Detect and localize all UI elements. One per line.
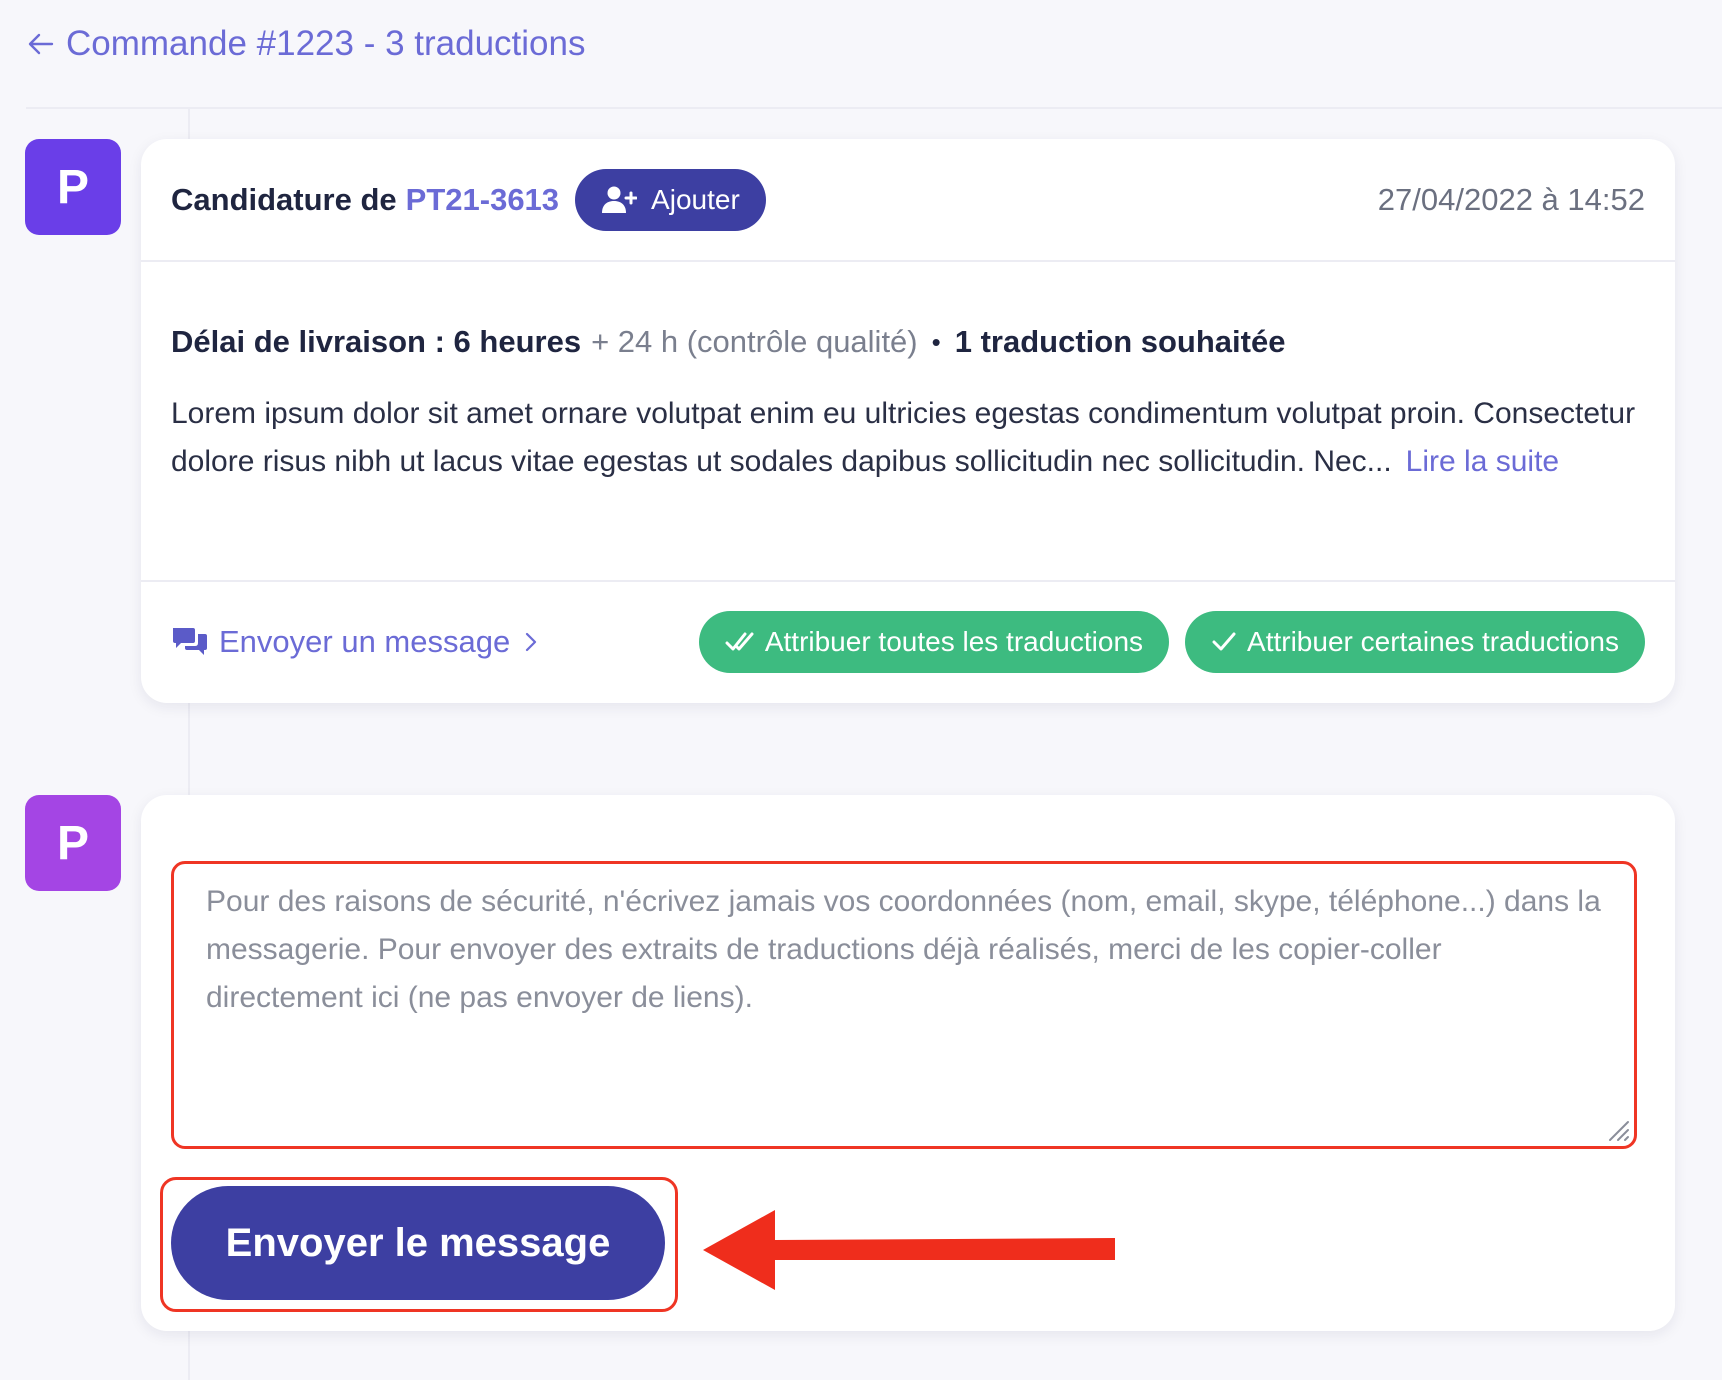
back-link-label: Commande #1223 - 3 traductions — [66, 24, 586, 63]
application-card: Candidature de PT21-3613 Ajouter 27/04/20… — [141, 139, 1675, 703]
meta-separator: • — [931, 326, 941, 357]
header-divider — [26, 107, 1722, 109]
assign-all-label: Attribuer toutes les traductions — [764, 625, 1144, 657]
application-description: Lorem ipsum dolor sit amet ornare volutp… — [171, 390, 1645, 486]
double-check-icon — [725, 632, 754, 650]
delivery-info: Délai de livraison : 6 heures + 24 h (co… — [171, 324, 1645, 360]
add-button-label: Ajouter — [651, 183, 740, 215]
avatar: P — [25, 139, 121, 235]
application-date: 27/04/2022 à 14:52 — [1377, 181, 1645, 217]
assign-some-label: Attribuer certaines traductions — [1247, 625, 1619, 657]
assign-some-translations-button[interactable]: Attribuer certaines traductions — [1185, 610, 1645, 673]
check-icon — [1212, 632, 1236, 650]
message-composer-card: Envoyer le message — [141, 795, 1675, 1331]
translations-wanted: 1 traduction souhaitée — [954, 324, 1286, 359]
assign-all-translations-button[interactable]: Attribuer toutes les traductions — [698, 610, 1170, 673]
read-more-link[interactable]: Lire la suite — [1406, 445, 1559, 478]
add-translator-button[interactable]: Ajouter — [575, 168, 766, 231]
application-title-prefix: Candidature de — [171, 181, 397, 217]
message-textarea-wrapper — [171, 861, 1637, 1149]
chevron-right-icon — [526, 632, 537, 651]
delivery-time: Délai de livraison : 6 heures — [171, 324, 582, 359]
application-card-body: Délai de livraison : 6 heures + 24 h (co… — [141, 262, 1675, 582]
message-textarea[interactable] — [206, 878, 1602, 1132]
red-arrow-icon — [703, 1210, 1115, 1290]
translator-code-link[interactable]: PT21-3613 — [406, 182, 559, 217]
send-message-link-label: Envoyer un message — [219, 623, 511, 659]
application-card-footer: Envoyer un message Attribuer toutes les … — [141, 582, 1675, 701]
back-link[interactable]: Commande #1223 - 3 traductions — [26, 24, 585, 64]
avatar: P — [25, 795, 121, 891]
application-card-header: Candidature de PT21-3613 Ajouter 27/04/20… — [141, 139, 1675, 262]
send-message-link[interactable]: Envoyer un message — [171, 624, 538, 660]
application-title: Candidature de PT21-3613 — [171, 182, 559, 218]
user-plus-icon — [602, 186, 638, 213]
send-message-button[interactable]: Envoyer le message — [171, 1186, 665, 1300]
page: Commande #1223 - 3 traductions P Candida… — [0, 0, 1722, 1380]
quality-check-time: + 24 h (contrôle qualité) — [591, 324, 918, 359]
chat-bubbles-icon — [173, 627, 207, 655]
resize-handle-icon[interactable] — [1604, 1116, 1630, 1142]
arrow-left-icon — [28, 33, 54, 55]
